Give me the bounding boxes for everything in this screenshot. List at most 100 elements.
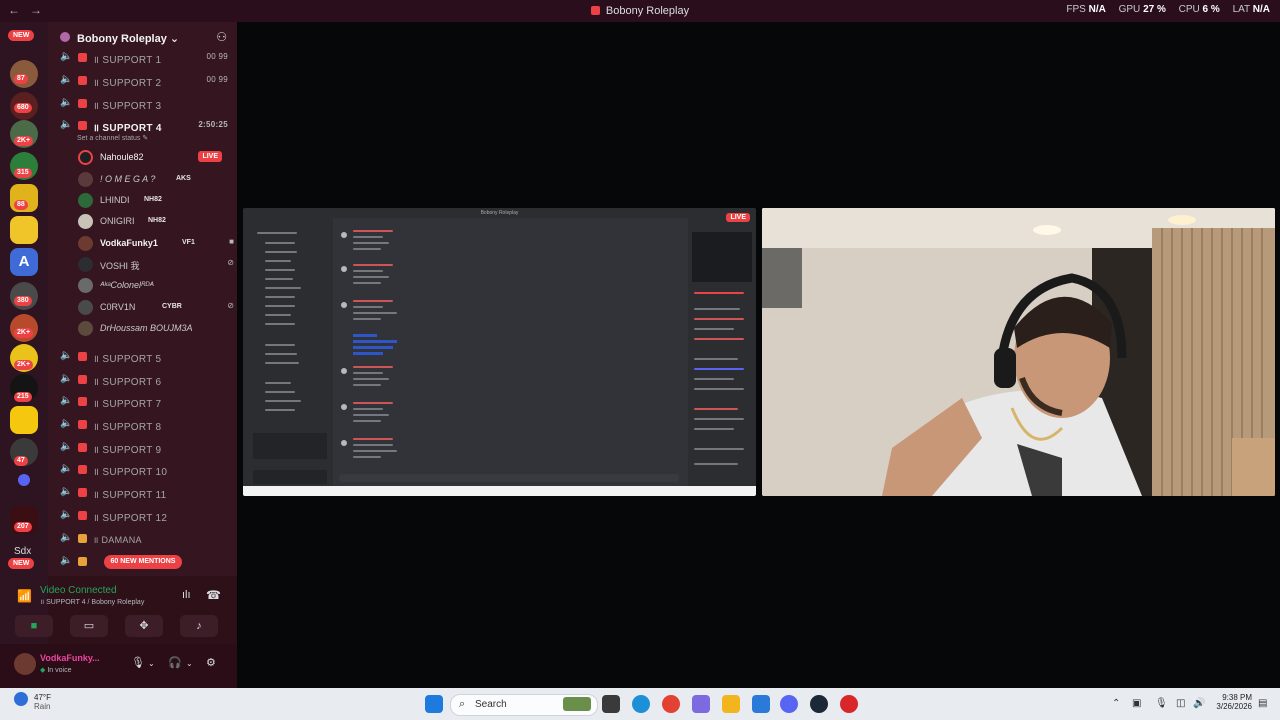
steam-icon[interactable]: [810, 695, 828, 713]
speaker-icon: 🔈: [60, 418, 73, 429]
add-member-icon[interactable]: ⚇: [216, 30, 227, 44]
noise-suppression-icon[interactable]: ılı: [182, 589, 191, 601]
activities-button[interactable]: ✥: [125, 615, 163, 637]
server-icon[interactable]: A: [10, 248, 38, 276]
settings-gear-icon[interactable]: ⚙: [206, 656, 216, 669]
stream-chat-area: [333, 218, 688, 486]
mic-options-chevron-icon[interactable]: ⌄: [148, 659, 155, 668]
voice-channel-support-10[interactable]: 🔈 ॥ SUPPORT 10: [58, 460, 230, 480]
voice-user[interactable]: VodkaFunky1 VF1 ■: [78, 235, 234, 255]
stream-text-line: [353, 408, 383, 410]
tray-wifi-icon[interactable]: ◫: [1176, 698, 1185, 709]
chrome-icon[interactable]: [662, 695, 680, 713]
stream-text-line: [353, 300, 393, 302]
signal-icon[interactable]: 📶: [17, 589, 32, 603]
stream-text-line: [353, 438, 393, 440]
webcam-stream[interactable]: [762, 208, 1275, 496]
user-avatar[interactable]: [14, 653, 36, 675]
gpu-label: GPU: [1118, 4, 1141, 15]
voice-user[interactable]: DrHoussam BOUJM3A: [78, 320, 232, 340]
set-channel-status[interactable]: Set a channel status ✎: [77, 134, 148, 142]
voice-user[interactable]: VOSHI 我 ⊘: [78, 256, 234, 276]
voice-channel-support-5[interactable]: 🔈 ॥ SUPPORT 5: [58, 347, 230, 367]
camera-icon: ■: [30, 620, 38, 632]
file-explorer-icon[interactable]: [722, 695, 740, 713]
taskbar-search[interactable]: ⌕ Search: [450, 694, 598, 716]
tray-volume-icon[interactable]: 🔊: [1193, 698, 1205, 709]
screen-share-button[interactable]: ▭: [70, 615, 108, 637]
voice-channel-support-7[interactable]: 🔈 ॥ SUPPORT 7: [58, 392, 230, 412]
camera-button[interactable]: ■: [15, 615, 53, 637]
voice-channel-support-4[interactable]: 🔈 ॥ SUPPORT 4 2:50:25: [58, 116, 230, 136]
server-badge: 47: [14, 456, 28, 466]
copilot-icon[interactable]: [692, 695, 710, 713]
stream-message-input: [339, 474, 679, 482]
stream-voice-panel: [253, 433, 327, 459]
stream-text-line: [353, 264, 393, 266]
stream-text-line: [265, 251, 297, 253]
screen-share-stream[interactable]: Bobony Roleplay LIVE: [243, 208, 756, 496]
new-pill-bottom[interactable]: NEW: [8, 558, 35, 569]
voice-user[interactable]: ONIGIRI NH82: [78, 213, 232, 233]
server-icon[interactable]: [10, 216, 38, 244]
voice-user[interactable]: C0RV1N CYBR ⊘: [78, 299, 234, 319]
disconnect-icon[interactable]: ☎: [206, 588, 221, 602]
speaker-icon: 🔈: [60, 97, 73, 108]
voice-channel-support-8[interactable]: 🔈 ॥ SUPPORT 8: [58, 415, 230, 435]
deafened-icon: ⊘: [227, 301, 234, 310]
tray-overflow-icon[interactable]: ⌃: [1112, 698, 1120, 709]
voice-channel-support-2[interactable]: 🔈 ॥ SUPPORT 2 00 99: [58, 71, 230, 91]
voice-channel-support-12[interactable]: 🔈 ॥ SUPPORT 12: [58, 506, 230, 526]
tray-network-icon[interactable]: ▣: [1132, 698, 1141, 709]
stream-text-line: [694, 448, 744, 450]
tray-mic-icon[interactable]: 🎙: [1155, 698, 1168, 709]
stream-text-line: [353, 456, 381, 458]
channel-emoji-icon: [78, 352, 87, 361]
voice-user[interactable]: Nahoule82 LIVE: [78, 149, 232, 169]
server-icon[interactable]: [10, 406, 38, 434]
headphones-icon[interactable]: 🎧: [168, 656, 182, 669]
taskbar-clock[interactable]: 9:38 PM 3/26/2026: [1212, 693, 1252, 711]
stream-text-line: [265, 391, 295, 393]
soundboard-button[interactable]: ♪: [180, 615, 218, 637]
stream-text-line: [694, 388, 744, 390]
voice-channel-support-9[interactable]: 🔈 ॥ SUPPORT 9: [58, 438, 230, 458]
stream-text-line: [265, 400, 301, 402]
channel-emoji-icon: [78, 534, 87, 543]
voice-user[interactable]: ! O M E G A ? AKS: [78, 171, 232, 191]
store-icon[interactable]: [752, 695, 770, 713]
voice-channel-support-3[interactable]: 🔈 ॥ SUPPORT 3: [58, 94, 230, 114]
voice-channel-support-11[interactable]: 🔈 ॥ SUPPORT 11: [58, 483, 230, 503]
audio-options-chevron-icon[interactable]: ⌄: [186, 659, 193, 668]
edge-icon[interactable]: [632, 695, 650, 713]
notification-icon[interactable]: ▤: [1258, 698, 1267, 709]
stream-text-line: [265, 287, 301, 289]
stream-user-panel: [253, 470, 327, 484]
stream-text-line: [353, 378, 389, 380]
discord-icon[interactable]: [780, 695, 798, 713]
video-connected-status: Video Connected: [40, 585, 117, 596]
voice-channel-support-1[interactable]: 🔈 ॥ SUPPORT 1 00 99: [58, 48, 230, 68]
microphone-icon[interactable]: 🎙: [131, 656, 145, 669]
weather-icon[interactable]: [14, 692, 28, 706]
task-view-icon[interactable]: [602, 695, 620, 713]
server-badge: 2K+: [14, 328, 34, 338]
new-mentions-pill[interactable]: 60 NEW MENTIONS: [104, 555, 182, 569]
new-pill-top[interactable]: NEW: [8, 30, 35, 41]
voice-user[interactable]: ᴬᵏᵃColonelᴿᴰᴬ: [78, 277, 232, 297]
weather-widget[interactable]: 47°F Rain: [34, 693, 51, 711]
server-name[interactable]: Bobony Roleplay ⌄: [77, 32, 179, 45]
app-icon[interactable]: [840, 695, 858, 713]
connected-channel[interactable]: ॥ SUPPORT 4 / Bobony Roleplay: [40, 598, 144, 607]
server-label-sdx[interactable]: Sdx: [14, 546, 31, 557]
lat-label: LAT: [1232, 4, 1250, 15]
speaker-icon: 🔈: [60, 532, 73, 543]
voice-status-icon: ◆: [40, 667, 46, 674]
folder-icon[interactable]: [18, 474, 30, 486]
voice-channel-support-6[interactable]: 🔈 ॥ SUPPORT 6: [58, 370, 230, 390]
start-icon[interactable]: [425, 695, 443, 713]
stream-text-line: [353, 414, 389, 416]
username[interactable]: VodkaFunky...: [40, 653, 100, 663]
voice-user[interactable]: LHINDI NH82: [78, 192, 232, 212]
voice-channel-damana[interactable]: 🔈 ॥ DAMANA: [58, 529, 230, 549]
